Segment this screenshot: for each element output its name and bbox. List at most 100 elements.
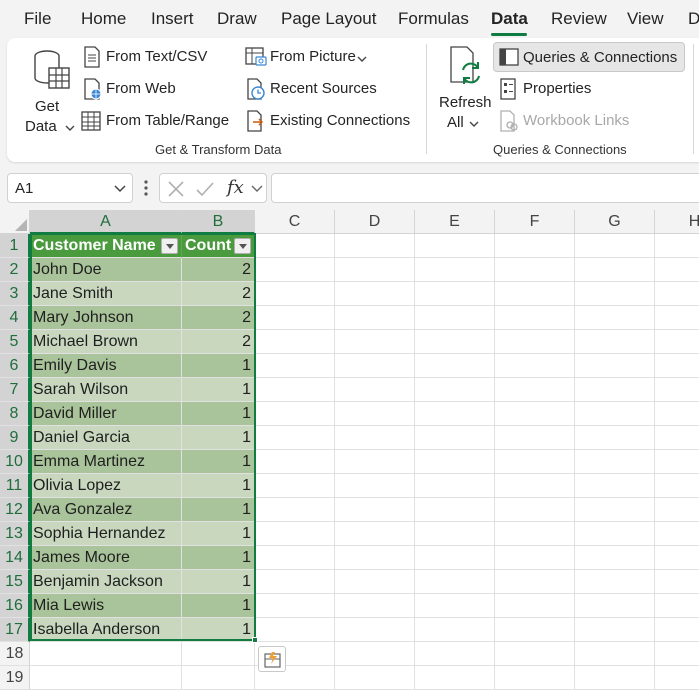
- table-cell-customer-name[interactable]: Sarah Wilson: [30, 378, 182, 402]
- more-options-icon[interactable]: [143, 179, 149, 197]
- tab-view[interactable]: View: [627, 9, 664, 29]
- empty-cell[interactable]: [575, 546, 655, 570]
- empty-cell[interactable]: [335, 474, 415, 498]
- empty-cell[interactable]: [495, 570, 575, 594]
- table-cell-customer-name[interactable]: Daniel Garcia: [30, 426, 182, 450]
- empty-cell[interactable]: [255, 234, 335, 258]
- enter-check-icon[interactable]: [196, 181, 214, 197]
- empty-cell[interactable]: [495, 378, 575, 402]
- empty-cell[interactable]: [575, 666, 655, 690]
- row-header[interactable]: 18: [0, 642, 30, 666]
- empty-cell[interactable]: [655, 354, 699, 378]
- from-text-csv-button[interactable]: From Text/CSV: [79, 44, 229, 70]
- tab-data[interactable]: Data: [491, 9, 528, 29]
- empty-cell[interactable]: [255, 522, 335, 546]
- empty-cell[interactable]: [255, 570, 335, 594]
- empty-cell[interactable]: [495, 330, 575, 354]
- empty-cell[interactable]: [415, 594, 495, 618]
- row-header[interactable]: 19: [0, 666, 30, 690]
- tab-home[interactable]: Home: [81, 9, 126, 29]
- empty-cell[interactable]: [255, 402, 335, 426]
- empty-cell[interactable]: [255, 426, 335, 450]
- column-header-c[interactable]: C: [255, 210, 335, 234]
- column-header-d[interactable]: D: [335, 210, 415, 234]
- filter-dropdown-icon[interactable]: [161, 238, 178, 254]
- empty-cell[interactable]: [575, 426, 655, 450]
- row-header[interactable]: 17: [0, 618, 30, 642]
- name-box[interactable]: A1: [7, 173, 133, 203]
- row-header[interactable]: 2: [0, 258, 30, 282]
- tab-review[interactable]: Review: [551, 9, 607, 29]
- tab-developer-partial[interactable]: D: [688, 9, 699, 29]
- table-cell-count[interactable]: 1: [182, 618, 255, 642]
- tab-formulas[interactable]: Formulas: [398, 9, 469, 29]
- empty-cell[interactable]: [575, 378, 655, 402]
- table-cell-count[interactable]: 1: [182, 522, 255, 546]
- empty-cell[interactable]: [495, 306, 575, 330]
- empty-cell[interactable]: [575, 522, 655, 546]
- table-cell-count[interactable]: 1: [182, 402, 255, 426]
- empty-cell[interactable]: [255, 258, 335, 282]
- empty-cell[interactable]: [495, 522, 575, 546]
- empty-cell[interactable]: [495, 594, 575, 618]
- empty-cell[interactable]: [335, 594, 415, 618]
- empty-cell[interactable]: [415, 258, 495, 282]
- empty-cell[interactable]: [575, 402, 655, 426]
- empty-cell[interactable]: [495, 474, 575, 498]
- properties-button[interactable]: Properties: [497, 76, 627, 102]
- table-cell-count[interactable]: 2: [182, 282, 255, 306]
- empty-cell[interactable]: [255, 282, 335, 306]
- filter-dropdown-icon[interactable]: [234, 238, 251, 254]
- empty-cell[interactable]: [255, 546, 335, 570]
- empty-cell[interactable]: [335, 450, 415, 474]
- column-header-f[interactable]: F: [495, 210, 575, 234]
- empty-cell[interactable]: [415, 546, 495, 570]
- empty-cell[interactable]: [655, 522, 699, 546]
- empty-cell[interactable]: [495, 498, 575, 522]
- empty-cell[interactable]: [335, 666, 415, 690]
- table-cell-customer-name[interactable]: David Miller: [30, 402, 182, 426]
- empty-cell[interactable]: [495, 258, 575, 282]
- empty-cell[interactable]: [255, 618, 335, 642]
- table-cell-customer-name[interactable]: Isabella Anderson: [30, 618, 182, 642]
- empty-cell[interactable]: [655, 666, 699, 690]
- table-cell-count[interactable]: 1: [182, 474, 255, 498]
- empty-cell[interactable]: [495, 546, 575, 570]
- empty-cell[interactable]: [495, 234, 575, 258]
- table-cell-customer-name[interactable]: James Moore: [30, 546, 182, 570]
- empty-cell[interactable]: [335, 330, 415, 354]
- table-cell-customer-name[interactable]: Michael Brown: [30, 330, 182, 354]
- empty-cell[interactable]: [415, 234, 495, 258]
- empty-cell[interactable]: [655, 570, 699, 594]
- existing-connections-button[interactable]: Existing Connections: [243, 108, 413, 134]
- formula-input[interactable]: [271, 173, 699, 203]
- empty-cell[interactable]: [655, 618, 699, 642]
- empty-cell[interactable]: [415, 498, 495, 522]
- tab-page-layout[interactable]: Page Layout: [281, 9, 376, 29]
- empty-cell[interactable]: [495, 426, 575, 450]
- table-header-customer-name[interactable]: Customer Name: [30, 234, 182, 258]
- empty-cell[interactable]: [335, 546, 415, 570]
- empty-cell[interactable]: [415, 474, 495, 498]
- empty-cell[interactable]: [415, 666, 495, 690]
- empty-cell[interactable]: [655, 258, 699, 282]
- column-header-b[interactable]: B: [182, 210, 255, 234]
- empty-cell[interactable]: [495, 666, 575, 690]
- table-cell-count[interactable]: 1: [182, 450, 255, 474]
- empty-cell[interactable]: [495, 282, 575, 306]
- empty-cell[interactable]: [575, 450, 655, 474]
- table-cell-customer-name[interactable]: Benjamin Jackson: [30, 570, 182, 594]
- quick-analysis-button[interactable]: [258, 646, 286, 672]
- table-cell-customer-name[interactable]: Emma Martinez: [30, 450, 182, 474]
- empty-cell[interactable]: [415, 450, 495, 474]
- empty-cell[interactable]: [255, 498, 335, 522]
- row-header[interactable]: 13: [0, 522, 30, 546]
- empty-cell[interactable]: [415, 354, 495, 378]
- empty-cell[interactable]: [415, 306, 495, 330]
- empty-cell[interactable]: [255, 378, 335, 402]
- table-cell-customer-name[interactable]: John Doe: [30, 258, 182, 282]
- empty-cell[interactable]: [415, 426, 495, 450]
- from-picture-button[interactable]: From Picture: [243, 44, 373, 70]
- column-header-e[interactable]: E: [415, 210, 495, 234]
- empty-cell[interactable]: [335, 522, 415, 546]
